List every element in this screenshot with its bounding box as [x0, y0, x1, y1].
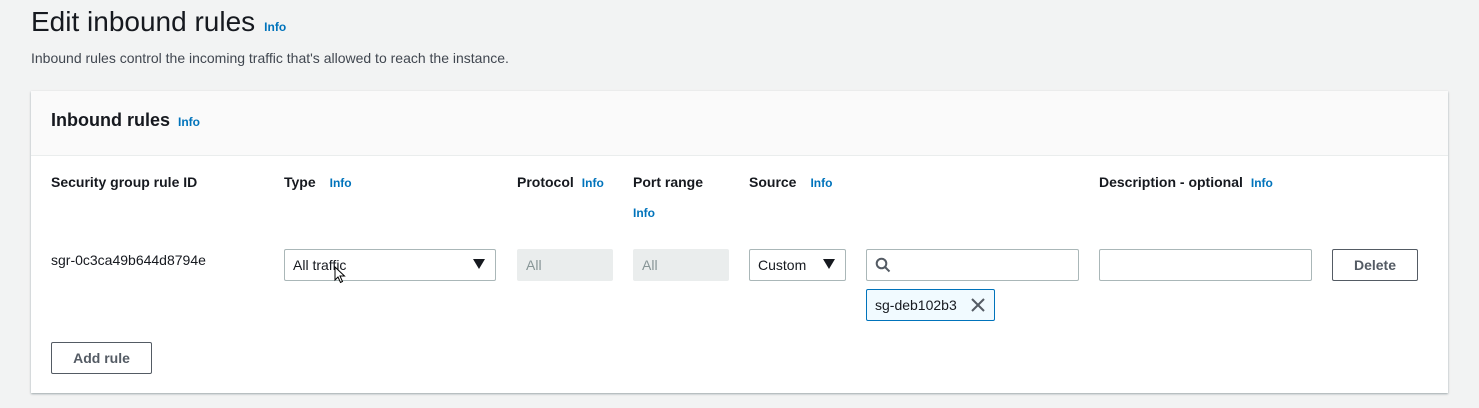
panel-title-info-link[interactable]: Info [178, 115, 200, 129]
page-title-text: Edit inbound rules [31, 6, 256, 37]
page-title-info-link[interactable]: Info [264, 20, 286, 34]
column-header-protocol-label: Protocol [517, 174, 574, 190]
source-token-label: sg-deb102b3 [875, 297, 957, 313]
protocol-info-link[interactable]: Info [582, 176, 604, 190]
description-info-link[interactable]: Info [1251, 176, 1273, 190]
rule-id: sgr-0c3ca49b644d8794e [51, 252, 206, 268]
panel-title-text: Inbound rules [51, 110, 170, 130]
delete-rule-button[interactable]: Delete [1332, 249, 1418, 281]
mouse-cursor-icon [334, 266, 346, 284]
port-range-info-link[interactable]: Info [633, 206, 655, 220]
column-header-source-label: Source [749, 174, 797, 190]
caret-down-icon [473, 259, 485, 269]
column-header-description: Description - optional Info [1099, 174, 1273, 190]
source-info-link[interactable]: Info [810, 176, 832, 190]
column-header-type-label: Type [284, 174, 316, 190]
page-description: Inbound rules control the incoming traff… [31, 50, 509, 66]
column-header-port-range-label: Port range [633, 174, 704, 190]
close-icon[interactable] [970, 297, 986, 313]
type-select[interactable]: All traffic [284, 249, 496, 281]
type-info-link[interactable]: Info [330, 176, 352, 190]
description-input[interactable] [1099, 249, 1312, 281]
source-search-input[interactable] [866, 249, 1079, 281]
page-title: Edit inbound rules Info [31, 6, 286, 38]
source-type-select-value: Custom [758, 257, 807, 273]
column-header-rule-id-label: Security group rule ID [51, 174, 198, 190]
protocol-field: All [517, 249, 613, 281]
column-header-port-range: Port range [633, 174, 703, 190]
panel-title: Inbound rules Info [51, 110, 200, 131]
search-icon [875, 257, 891, 273]
source-token: sg-deb102b3 [866, 289, 995, 321]
source-type-select[interactable]: Custom [749, 249, 846, 281]
column-header-description-label: Description - optional [1099, 174, 1243, 190]
column-header-protocol: Protocol Info [517, 174, 604, 190]
caret-down-icon [823, 259, 835, 269]
add-rule-button[interactable]: Add rule [51, 342, 152, 374]
column-header-rule-id: Security group rule ID [51, 174, 197, 190]
column-header-type: Type Info [284, 174, 352, 190]
column-header-source: Source Info [749, 174, 832, 190]
panel-header: Inbound rules Info [31, 91, 1448, 156]
inbound-rules-panel: Inbound rules Info Security group rule I… [31, 91, 1448, 393]
port-range-field: All [633, 249, 729, 281]
